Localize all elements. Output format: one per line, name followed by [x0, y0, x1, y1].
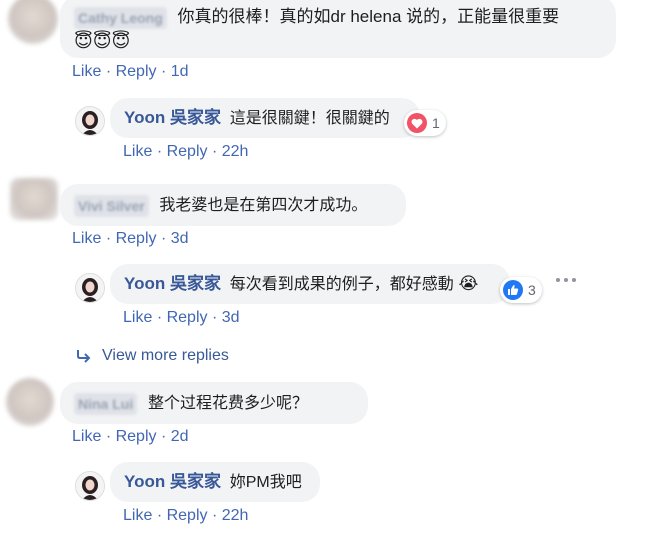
reply-bubble: Yoon 吳家家 每次看到成果的例子，都好感動 😭 [110, 264, 510, 304]
like-link[interactable]: Like [123, 143, 152, 160]
like-link[interactable]: Like [123, 309, 152, 326]
reply-link[interactable]: Reply [116, 230, 157, 247]
reaction-count: 1 [432, 115, 440, 131]
comment-bubble: Vivi Silver 我老婆也是在第四次才成功。 [60, 184, 406, 226]
reply-actions: Like · Reply · 22h [123, 507, 249, 524]
reply-text: 這是很關鍵！很關鍵的 [229, 110, 390, 127]
reply-link[interactable]: Reply [116, 63, 157, 80]
like-thumb-icon [503, 280, 523, 300]
ellipsis-icon[interactable] [556, 272, 576, 288]
reply-link[interactable]: Reply [167, 309, 208, 326]
person-avatar-icon [76, 107, 104, 135]
comment-text: 我老婆也是在第四次才成功。 [159, 197, 368, 214]
comment-bubble: Cathy Leong 你真的很棒！真的如dr helena 说的，正能量很重要… [60, 0, 616, 58]
like-link[interactable]: Like [72, 230, 101, 247]
reply-actions: Like · Reply · 22h [123, 143, 249, 160]
comment-author[interactable]: Nina Lui [74, 392, 138, 415]
timestamp[interactable]: 2d [171, 428, 189, 445]
reply-link[interactable]: Reply [167, 507, 208, 524]
reply-bubble: Yoon 吳家家 妳PM我吧 [110, 462, 320, 502]
comment-author[interactable]: Cathy Leong [74, 6, 167, 29]
timestamp[interactable]: 22h [222, 507, 249, 524]
reply-avatar[interactable] [75, 273, 105, 303]
like-link[interactable]: Like [72, 63, 101, 80]
reply-arrow-icon [77, 350, 91, 363]
reply-author[interactable]: Yoon 吳家家 [124, 472, 221, 491]
comment-text: 你真的很棒！真的如dr helena 说的，正能量很重要 [177, 7, 560, 26]
crying-emoji: 😭 [458, 274, 479, 293]
comment-author[interactable]: Vivi Silver [74, 194, 149, 217]
reply-link[interactable]: Reply [167, 143, 208, 160]
view-more-replies[interactable]: View more replies [76, 347, 229, 365]
like-link[interactable]: Like [72, 428, 101, 445]
reply-actions: Like · Reply · 3d [123, 309, 240, 326]
comment-actions: Like · Reply · 1d [72, 63, 189, 80]
reply-avatar[interactable] [75, 106, 105, 136]
reply-text: 每次看到成果的例子，都好感動 [229, 276, 454, 293]
view-more-label[interactable]: View more replies [102, 347, 229, 365]
reply-text: 妳PM我吧 [229, 474, 302, 491]
comment-actions: Like · Reply · 2d [72, 428, 189, 445]
reaction-summary[interactable]: 1 [404, 110, 446, 136]
reply-author[interactable]: Yoon 吳家家 [124, 274, 221, 293]
reaction-count: 3 [528, 282, 536, 298]
comment-emoji: 😇😇😇 [74, 30, 131, 51]
comment-text: 整个过程花费多少呢？ [147, 395, 308, 412]
commenter-avatar[interactable] [6, 378, 54, 426]
commenter-avatar[interactable] [10, 178, 58, 220]
commenter-avatar[interactable] [8, 0, 58, 44]
comment-bubble: Nina Lui 整个过程花费多少呢？ [60, 382, 368, 424]
reply-avatar[interactable] [75, 471, 105, 501]
person-avatar-icon [76, 472, 104, 500]
reaction-summary[interactable]: 3 [500, 277, 542, 303]
comment-actions: Like · Reply · 3d [72, 230, 189, 247]
love-heart-icon [407, 113, 427, 133]
timestamp[interactable]: 3d [222, 309, 240, 326]
timestamp[interactable]: 3d [171, 230, 189, 247]
timestamp[interactable]: 22h [222, 143, 249, 160]
timestamp[interactable]: 1d [171, 63, 189, 80]
reply-author[interactable]: Yoon 吳家家 [124, 108, 221, 127]
like-link[interactable]: Like [123, 507, 152, 524]
reply-link[interactable]: Reply [116, 428, 157, 445]
person-avatar-icon [76, 274, 104, 302]
reply-bubble: Yoon 吳家家 這是很關鍵！很關鍵的 [110, 98, 420, 138]
